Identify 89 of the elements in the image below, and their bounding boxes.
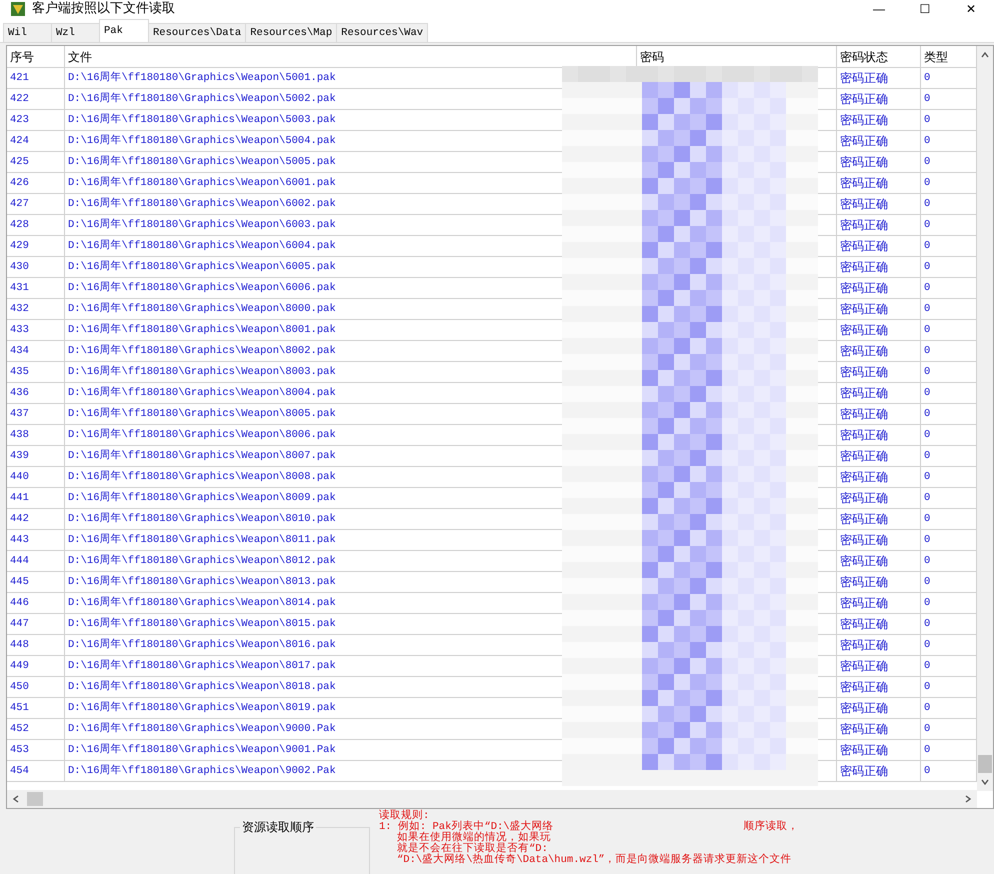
table-cell: 437 — [7, 404, 65, 424]
column-header[interactable]: 密码状态 — [837, 46, 921, 69]
table-cell: 密码正确 — [837, 635, 921, 655]
table-cell: 密码正确 — [837, 593, 921, 613]
table-cell: 密码正确 — [837, 131, 921, 151]
table-cell: 454 — [7, 761, 65, 781]
scroll-thumb[interactable] — [978, 755, 992, 773]
table-cell: 密码正确 — [837, 467, 921, 487]
table-cell: 442 — [7, 509, 65, 529]
table-cell: 密码正确 — [837, 719, 921, 739]
table-cell: 密码正确 — [837, 530, 921, 550]
table-cell: 427 — [7, 194, 65, 214]
table-cell: 433 — [7, 320, 65, 340]
app-icon — [10, 1, 26, 17]
tab[interactable]: Wil — [3, 23, 52, 42]
scroll-thumb[interactable] — [27, 792, 43, 806]
table-cell: 密码正确 — [837, 173, 921, 193]
table-cell: 444 — [7, 551, 65, 571]
table-cell: 438 — [7, 425, 65, 445]
table-cell: 密码正确 — [837, 383, 921, 403]
scroll-left-icon[interactable] — [11, 794, 21, 804]
table-cell: 密码正确 — [837, 446, 921, 466]
table-cell: 密码正确 — [837, 488, 921, 508]
table-cell: 密码正确 — [837, 614, 921, 634]
window-title: 客户端按照以下文件读取 — [32, 1, 175, 17]
table-cell: 424 — [7, 131, 65, 151]
tab[interactable]: Wzl — [51, 23, 100, 42]
table-cell: 435 — [7, 362, 65, 382]
table-cell: 440 — [7, 467, 65, 487]
table-cell: 密码正确 — [837, 110, 921, 130]
table-cell: 密码正确 — [837, 677, 921, 697]
table-cell: 密码正确 — [837, 278, 921, 298]
table-cell: 密码正确 — [837, 740, 921, 760]
table-cell: 密码正确 — [837, 572, 921, 592]
tab[interactable]: Resources\Wav — [336, 23, 428, 42]
rule-text: 顺序读取， — [744, 822, 799, 833]
table-cell: 449 — [7, 656, 65, 676]
table-cell: 密码正确 — [837, 152, 921, 172]
table-cell: 423 — [7, 110, 65, 130]
table-cell: 426 — [7, 173, 65, 193]
table-cell: 447 — [7, 614, 65, 634]
table-cell: 430 — [7, 257, 65, 277]
vertical-scrollbar[interactable] — [977, 46, 993, 791]
table-cell: 密码正确 — [837, 509, 921, 529]
table-cell: 421 — [7, 68, 65, 88]
table-cell: 445 — [7, 572, 65, 592]
table-cell: 448 — [7, 635, 65, 655]
table-cell: 450 — [7, 677, 65, 697]
table-cell: 452 — [7, 719, 65, 739]
table-cell: 密码正确 — [837, 215, 921, 235]
table-cell: 密码正确 — [837, 341, 921, 361]
table-cell: 453 — [7, 740, 65, 760]
column-header[interactable]: 序号 — [7, 46, 65, 69]
table-cell: 密码正确 — [837, 257, 921, 277]
table-cell: 422 — [7, 89, 65, 109]
table-cell: 428 — [7, 215, 65, 235]
table-cell: 451 — [7, 698, 65, 718]
table-cell: 429 — [7, 236, 65, 256]
table-cell: 431 — [7, 278, 65, 298]
scroll-right-icon[interactable] — [963, 794, 973, 804]
table-cell: 密码正确 — [837, 320, 921, 340]
tab[interactable]: Resources\Map — [245, 23, 338, 42]
table-cell: 密码正确 — [837, 404, 921, 424]
table-cell: 密码正确 — [837, 362, 921, 382]
table-cell: 434 — [7, 341, 65, 361]
table-cell: 密码正确 — [837, 89, 921, 109]
table-cell: 439 — [7, 446, 65, 466]
group-title: 资源读取顺序 — [240, 819, 316, 836]
rules-title: 读取规则: — [379, 810, 430, 822]
table-cell: 446 — [7, 593, 65, 613]
table-cell: 密码正确 — [837, 299, 921, 319]
table-cell: 441 — [7, 488, 65, 508]
table-cell: 密码正确 — [837, 761, 921, 781]
table-cell: 密码正确 — [837, 551, 921, 571]
table-cell: 密码正确 — [837, 656, 921, 676]
table-cell: 443 — [7, 530, 65, 550]
table-cell: 436 — [7, 383, 65, 403]
table-cell: 密码正确 — [837, 425, 921, 445]
rule-text: “D:\盛大网络\热血传奇\Data\hum.wzl”，而是向微端服务器请求更新这个文件 — [397, 855, 792, 866]
table-cell: 密码正确 — [837, 194, 921, 214]
table-cell: 密码正确 — [837, 68, 921, 88]
horizontal-scrollbar[interactable] — [7, 790, 977, 808]
table-cell: 432 — [7, 299, 65, 319]
table-cell: 密码正确 — [837, 698, 921, 718]
table-cell: 密码正确 — [837, 236, 921, 256]
tab[interactable]: Resources\Data — [148, 23, 246, 42]
scroll-up-icon[interactable] — [980, 50, 990, 60]
scroll-down-icon[interactable] — [980, 777, 990, 787]
table-cell: 425 — [7, 152, 65, 172]
